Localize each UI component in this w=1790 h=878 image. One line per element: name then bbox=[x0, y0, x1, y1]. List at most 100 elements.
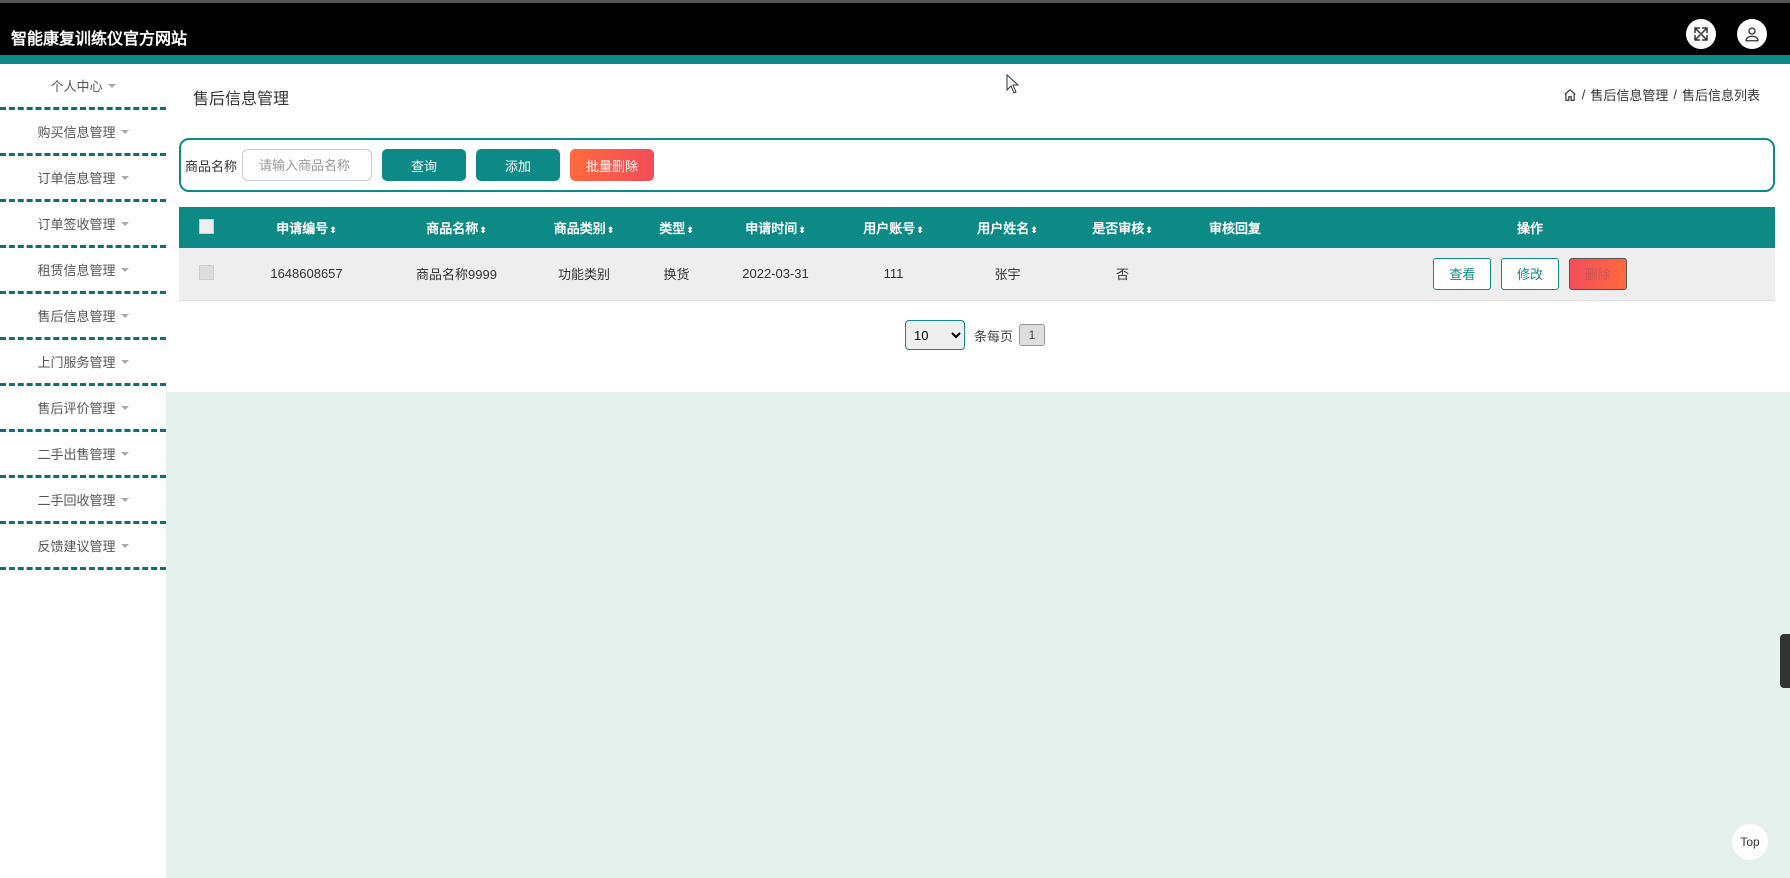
column-header-type[interactable]: 类型⬍ bbox=[634, 207, 719, 248]
caret-down-icon bbox=[120, 175, 129, 180]
sidebar-item-label: 上门服务管理 bbox=[37, 355, 116, 370]
add-button[interactable]: 添加 bbox=[476, 149, 561, 181]
view-button[interactable]: 查看 bbox=[1433, 257, 1492, 290]
table-row: 1648608657 商品名称9999 功能类别 换货 2022-03-31 1… bbox=[179, 248, 1775, 301]
cell-apply-no: 1648608657 bbox=[234, 248, 379, 301]
column-header-user-account[interactable]: 用户账号⬍ bbox=[832, 207, 955, 248]
sidebar-item-purchase[interactable]: 购买信息管理 bbox=[0, 110, 166, 156]
mouse-cursor-icon bbox=[1006, 74, 1020, 94]
side-scroll-handle[interactable] bbox=[1780, 634, 1790, 688]
sidebar-item-personal-center[interactable]: 个人中心 bbox=[0, 64, 166, 110]
column-header-apply-no[interactable]: 申请编号⬍ bbox=[234, 207, 379, 248]
query-button[interactable]: 查询 bbox=[382, 149, 467, 181]
search-label: 商品名称 bbox=[185, 158, 238, 174]
caret-down-icon bbox=[120, 267, 129, 272]
sort-icon: ⬍ bbox=[1145, 225, 1153, 235]
sidebar-item-rental[interactable]: 租赁信息管理 bbox=[0, 248, 166, 294]
cell-product-name: 商品名称9999 bbox=[379, 248, 534, 301]
column-header-label: 商品名称 bbox=[426, 221, 479, 236]
sort-icon: ⬍ bbox=[606, 225, 615, 235]
edit-button[interactable]: 修改 bbox=[1501, 257, 1559, 290]
breadcrumb: / 售后信息管理 / 售后信息列表 bbox=[1563, 85, 1760, 104]
caret-down-icon bbox=[120, 129, 129, 134]
row-checkbox[interactable] bbox=[199, 264, 214, 280]
sidebar-item-feedback[interactable]: 反馈建议管理 bbox=[0, 524, 166, 570]
sort-icon: ⬍ bbox=[916, 225, 924, 235]
fullscreen-button[interactable] bbox=[1686, 19, 1716, 49]
column-header-product-name[interactable]: 商品名称⬍ bbox=[379, 207, 534, 248]
cell-actions: 查看 修改 删除 bbox=[1285, 248, 1775, 301]
column-header-label: 申请时间 bbox=[745, 221, 798, 236]
expand-icon bbox=[1694, 27, 1708, 41]
after-sales-table: 申请编号⬍ 商品名称⬍ 商品类别⬍ 类型⬍ 申请时间⬍ 用户账号⬍ 用户姓名⬍ … bbox=[179, 207, 1775, 301]
site-title: 智能康复训练仪官方网站 bbox=[11, 31, 188, 48]
sidebar-item-label: 反馈建议管理 bbox=[37, 539, 116, 554]
column-header-label: 操作 bbox=[1516, 221, 1543, 236]
sort-icon: ⬍ bbox=[329, 225, 337, 235]
column-header-label: 审核回复 bbox=[1208, 221, 1261, 236]
delete-button[interactable]: 删除 bbox=[1568, 257, 1627, 290]
per-page-label: 条每页 bbox=[974, 328, 1014, 344]
column-header-apply-time[interactable]: 申请时间⬍ bbox=[719, 207, 832, 248]
caret-down-icon bbox=[120, 359, 129, 364]
back-to-top-button[interactable]: Top bbox=[1731, 823, 1769, 861]
row-select-cell bbox=[179, 248, 234, 301]
sidebar-item-onsite-service[interactable]: 上门服务管理 bbox=[0, 340, 166, 386]
product-name-search-input[interactable] bbox=[242, 149, 373, 181]
sidebar-item-secondhand-sale[interactable]: 二手出售管理 bbox=[0, 432, 166, 478]
sidebar-item-after-sales[interactable]: 售后信息管理 bbox=[0, 294, 166, 340]
breadcrumb-separator: / bbox=[1673, 87, 1677, 102]
home-icon[interactable] bbox=[1563, 88, 1577, 102]
user-menu-button[interactable] bbox=[1737, 19, 1767, 49]
column-header-review-reply: 审核回复 bbox=[1185, 207, 1285, 248]
caret-down-icon bbox=[120, 543, 129, 548]
column-header-label: 用户账号 bbox=[863, 221, 916, 236]
column-header-label: 申请编号 bbox=[276, 221, 329, 236]
pagination: 10 条每页 1 bbox=[905, 320, 1046, 350]
sort-icon: ⬍ bbox=[1030, 225, 1038, 235]
cell-user-account: 111 bbox=[832, 248, 955, 301]
content-background bbox=[166, 392, 1790, 878]
cell-type: 换货 bbox=[634, 248, 719, 301]
sidebar-item-after-sales-review[interactable]: 售后评价管理 bbox=[0, 386, 166, 432]
sort-icon: ⬍ bbox=[479, 225, 487, 235]
batch-delete-button[interactable]: 批量删除 bbox=[570, 149, 655, 181]
top-header: 智能康复训练仪官方网站 bbox=[0, 0, 1790, 64]
page-size-select[interactable]: 10 bbox=[905, 320, 965, 350]
breadcrumb-separator: / bbox=[1581, 87, 1586, 102]
caret-down-icon bbox=[120, 451, 129, 456]
sidebar-item-label: 二手出售管理 bbox=[37, 447, 116, 462]
cell-user-name: 张宇 bbox=[955, 248, 1060, 301]
sidebar-item-secondhand-recycle[interactable]: 二手回收管理 bbox=[0, 478, 166, 524]
sidebar-item-label: 购买信息管理 bbox=[37, 125, 116, 140]
sidebar-item-label: 订单签收管理 bbox=[37, 217, 116, 232]
sidebar-item-label: 订单信息管理 bbox=[37, 171, 116, 186]
sidebar-item-label: 售后评价管理 bbox=[37, 401, 116, 416]
caret-down-icon bbox=[120, 221, 129, 226]
column-header-user-name[interactable]: 用户姓名⬍ bbox=[955, 207, 1060, 248]
column-header-label: 用户姓名 bbox=[977, 221, 1030, 236]
main-content: 售后信息管理 / 售后信息管理 / 售后信息列表 商品名称 查询 添加 批量删除… bbox=[166, 64, 1790, 878]
column-header-label: 是否审核 bbox=[1092, 221, 1145, 236]
select-all-checkbox[interactable] bbox=[199, 218, 214, 234]
column-header-label: 商品类别 bbox=[553, 221, 606, 236]
column-header-actions: 操作 bbox=[1285, 207, 1775, 248]
user-icon bbox=[1745, 27, 1759, 42]
caret-down-icon bbox=[120, 497, 129, 502]
sidebar-item-label: 售后信息管理 bbox=[37, 309, 116, 324]
column-header-is-reviewed[interactable]: 是否审核⬍ bbox=[1060, 207, 1185, 248]
column-header-product-category[interactable]: 商品类别⬍ bbox=[534, 207, 634, 248]
sort-icon: ⬍ bbox=[686, 225, 694, 235]
sidebar-item-orders[interactable]: 订单信息管理 bbox=[0, 156, 166, 202]
table-header-row: 申请编号⬍ 商品名称⬍ 商品类别⬍ 类型⬍ 申请时间⬍ 用户账号⬍ 用户姓名⬍ … bbox=[179, 207, 1775, 248]
caret-down-icon bbox=[120, 313, 129, 318]
sidebar-item-label: 租赁信息管理 bbox=[37, 263, 116, 278]
sidebar-item-order-receipt[interactable]: 订单签收管理 bbox=[0, 202, 166, 248]
cell-is-reviewed: 否 bbox=[1060, 248, 1185, 301]
page-number-button[interactable]: 1 bbox=[1019, 324, 1046, 346]
breadcrumb-item-list: 售后信息列表 bbox=[1681, 88, 1760, 103]
cell-review-reply bbox=[1185, 248, 1285, 301]
caret-down-icon bbox=[107, 83, 116, 88]
sidebar-item-label: 个人中心 bbox=[50, 79, 103, 94]
breadcrumb-item-after-sales[interactable]: 售后信息管理 bbox=[1590, 85, 1668, 104]
